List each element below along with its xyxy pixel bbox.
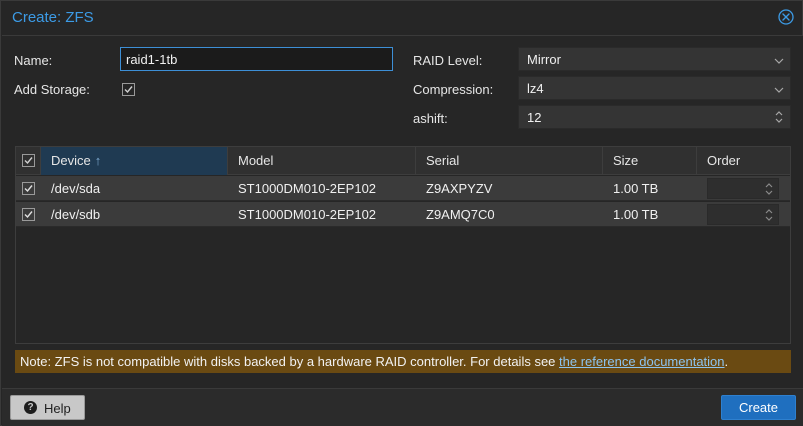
reference-docs-link[interactable]: the reference documentation [559,354,725,369]
note-text: Note: ZFS is not compatible with disks b… [20,354,560,369]
column-header-model[interactable]: Model [228,147,416,175]
compression-value: lz4 [527,81,544,96]
raid-level-label: RAID Level: [413,53,483,68]
create-zfs-dialog: Create: ZFS Name: Add Storage: RAID Leve… [0,0,803,426]
close-icon[interactable] [778,9,794,25]
column-header-serial[interactable]: Serial [416,147,603,175]
column-header-label: Serial [426,153,460,168]
cell-model: ST1000DM010-2EP102 [238,207,377,222]
name-label: Name: [14,53,53,68]
help-button[interactable]: ? Help [10,395,85,420]
name-field[interactable] [120,47,393,71]
sort-ascending-icon: ↑ [94,153,102,168]
compression-select[interactable]: lz4 [518,76,791,100]
cell-device: /dev/sdb [51,207,101,222]
column-header-label: Size [613,153,639,168]
column-header-device[interactable]: Device ↑ [41,147,228,175]
column-header-label: Order [707,153,741,168]
cell-size: 1.00 TB [613,181,659,196]
spinner-updown-icon[interactable] [764,181,774,197]
add-storage-checkbox[interactable] [122,83,135,96]
select-all-checkbox[interactable] [16,147,41,175]
raid-warning-note: Note: ZFS is not compatible with disks b… [15,350,791,373]
note-suffix: . [724,354,729,369]
question-icon: ? [24,401,37,414]
column-header-size[interactable]: Size [603,147,697,175]
dialog-footer: ? Help Create [2,388,803,426]
dialog-titlebar: Create: ZFS [1,1,802,35]
dialog-title: Create: ZFS [12,9,94,26]
create-button[interactable]: Create [721,395,796,420]
spinner-updown-icon[interactable] [774,110,784,124]
compression-label: Compression: [413,82,494,97]
raid-level-select[interactable]: Mirror [518,47,791,71]
dialog-body: Name: Add Storage: RAID Level: Mirror Co… [2,35,803,388]
row-checkbox[interactable] [22,208,35,221]
table-row[interactable]: /dev/sda ST1000DM010-2EP102 Z9AXPYZV 1.0… [16,176,790,201]
row-checkbox[interactable] [22,182,35,195]
disk-grid: Device ↑ Model Serial Size Order /dev/sd… [15,146,791,344]
chevron-down-icon[interactable] [774,83,784,93]
ashift-value: 12 [527,110,542,125]
column-header-label: Model [238,153,274,168]
table-row[interactable]: /dev/sdb ST1000DM010-2EP102 Z9AMQ7C0 1.0… [16,202,790,227]
ashift-spinner[interactable]: 12 [518,105,791,129]
column-header-order[interactable]: Order [697,147,790,175]
cell-size: 1.00 TB [613,207,659,222]
raid-level-value: Mirror [527,52,561,67]
order-spinner[interactable] [707,178,779,199]
cell-device: /dev/sda [51,181,101,196]
spinner-updown-icon[interactable] [764,207,774,223]
cell-serial: Z9AMQ7C0 [426,207,495,222]
cell-model: ST1000DM010-2EP102 [238,181,377,196]
cell-serial: Z9AXPYZV [426,181,493,196]
column-header-label: Device [51,153,91,168]
order-spinner[interactable] [707,204,779,225]
ashift-label: ashift: [413,111,448,126]
grid-header: Device ↑ Model Serial Size Order [16,147,790,175]
chevron-down-icon[interactable] [774,54,784,64]
help-label: Help [44,401,71,416]
add-storage-label: Add Storage: [14,82,90,97]
